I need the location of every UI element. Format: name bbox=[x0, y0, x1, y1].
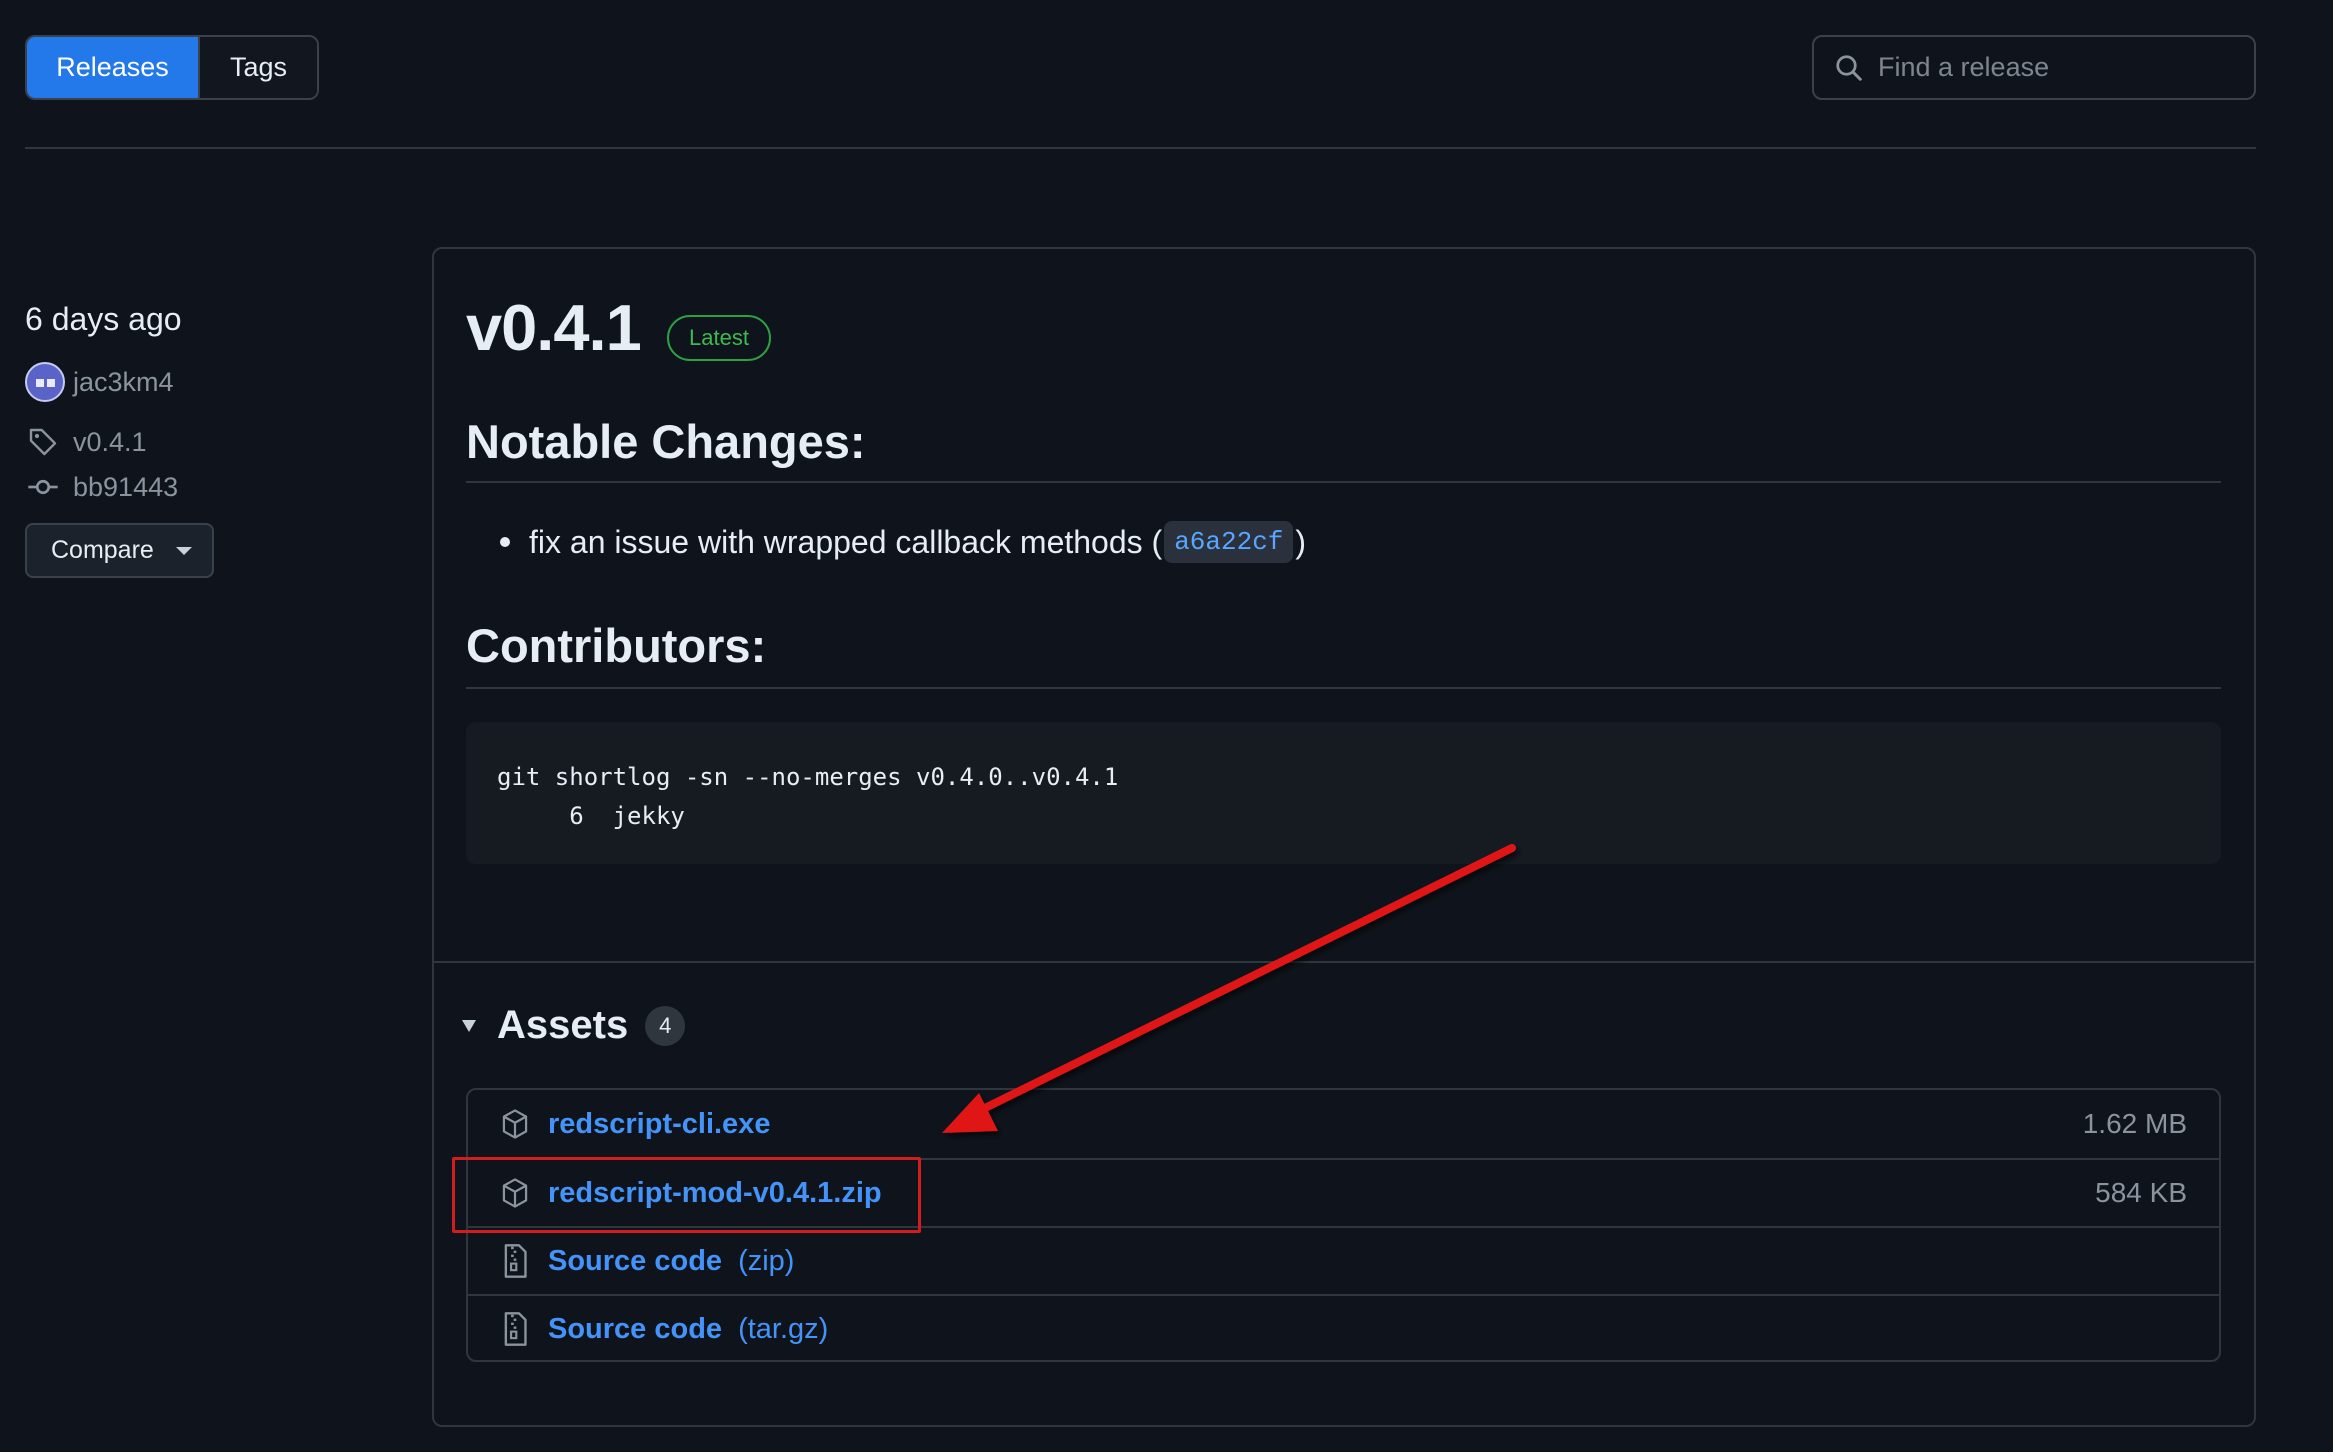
file-zip-icon bbox=[499, 1311, 531, 1347]
tab-tags[interactable]: Tags bbox=[198, 37, 317, 98]
assets-toggle[interactable]: Assets 4 bbox=[462, 1003, 686, 1048]
commit-icon bbox=[25, 469, 61, 505]
compare-button[interactable]: Compare bbox=[25, 523, 214, 578]
file-zip-icon bbox=[499, 1243, 531, 1279]
release-version[interactable]: v0.4.1 bbox=[466, 290, 642, 365]
search-input[interactable] bbox=[1878, 52, 2238, 83]
release-date: 6 days ago bbox=[25, 301, 182, 337]
asset-size: 1.62 MB bbox=[2082, 1108, 2187, 1139]
avatar bbox=[25, 362, 65, 402]
asset-row: redscript-cli.exe 1.62 MB bbox=[468, 1090, 2219, 1158]
tag-label[interactable]: v0.4.1 bbox=[73, 427, 147, 458]
asset-link[interactable]: redscript-cli.exe bbox=[548, 1108, 770, 1141]
release-search[interactable] bbox=[1812, 35, 2256, 100]
tab-releases[interactable]: Releases bbox=[27, 37, 198, 98]
heading-rule bbox=[466, 481, 2221, 483]
code-block: git shortlog -sn --no-merges v0.4.0..v0.… bbox=[466, 722, 2221, 864]
asset-format[interactable]: (tar.gz) bbox=[738, 1313, 828, 1346]
search-icon bbox=[1832, 51, 1866, 85]
asset-link[interactable]: Source code bbox=[548, 1245, 722, 1278]
triangle-down-icon bbox=[462, 1019, 476, 1032]
code-line: 6 jekky bbox=[497, 802, 685, 830]
change-item: fix an issue with wrapped callback metho… bbox=[500, 521, 1306, 563]
notable-changes-heading: Notable Changes: bbox=[466, 415, 866, 468]
header-divider bbox=[25, 147, 2256, 149]
asset-row: Source code (zip) bbox=[468, 1226, 2219, 1294]
change-text: fix an issue with wrapped callback metho… bbox=[529, 523, 1163, 560]
commit-sha[interactable]: bb91443 bbox=[73, 472, 178, 503]
contributors-heading: Contributors: bbox=[466, 619, 767, 672]
release-tabs: Releases Tags bbox=[25, 35, 319, 100]
change-text-end: ) bbox=[1295, 523, 1307, 560]
commit-row[interactable]: bb91443 bbox=[25, 469, 178, 505]
chevron-down-icon bbox=[175, 546, 192, 555]
assets-count-badge: 4 bbox=[645, 1005, 686, 1046]
asset-size: 584 KB bbox=[2095, 1177, 2187, 1208]
author-row[interactable]: jac3km4 bbox=[25, 362, 174, 402]
asset-format[interactable]: (zip) bbox=[738, 1245, 794, 1278]
heading-rule bbox=[466, 687, 2221, 689]
asset-link[interactable]: Source code bbox=[548, 1313, 722, 1346]
tag-icon bbox=[25, 424, 61, 460]
package-icon bbox=[499, 1106, 531, 1142]
compare-label: Compare bbox=[51, 536, 154, 564]
latest-badge: Latest bbox=[667, 315, 771, 361]
commit-link[interactable]: a6a22cf bbox=[1164, 521, 1294, 563]
assets-title: Assets bbox=[497, 1003, 629, 1047]
assets-divider bbox=[433, 961, 2255, 963]
tag-row[interactable]: v0.4.1 bbox=[25, 424, 147, 460]
bullet-icon bbox=[500, 537, 510, 547]
code-line: git shortlog -sn --no-merges v0.4.0..v0.… bbox=[497, 763, 1119, 791]
highlight-box bbox=[452, 1157, 921, 1233]
asset-row: Source code (tar.gz) bbox=[468, 1294, 2219, 1362]
author-name[interactable]: jac3km4 bbox=[73, 367, 174, 398]
